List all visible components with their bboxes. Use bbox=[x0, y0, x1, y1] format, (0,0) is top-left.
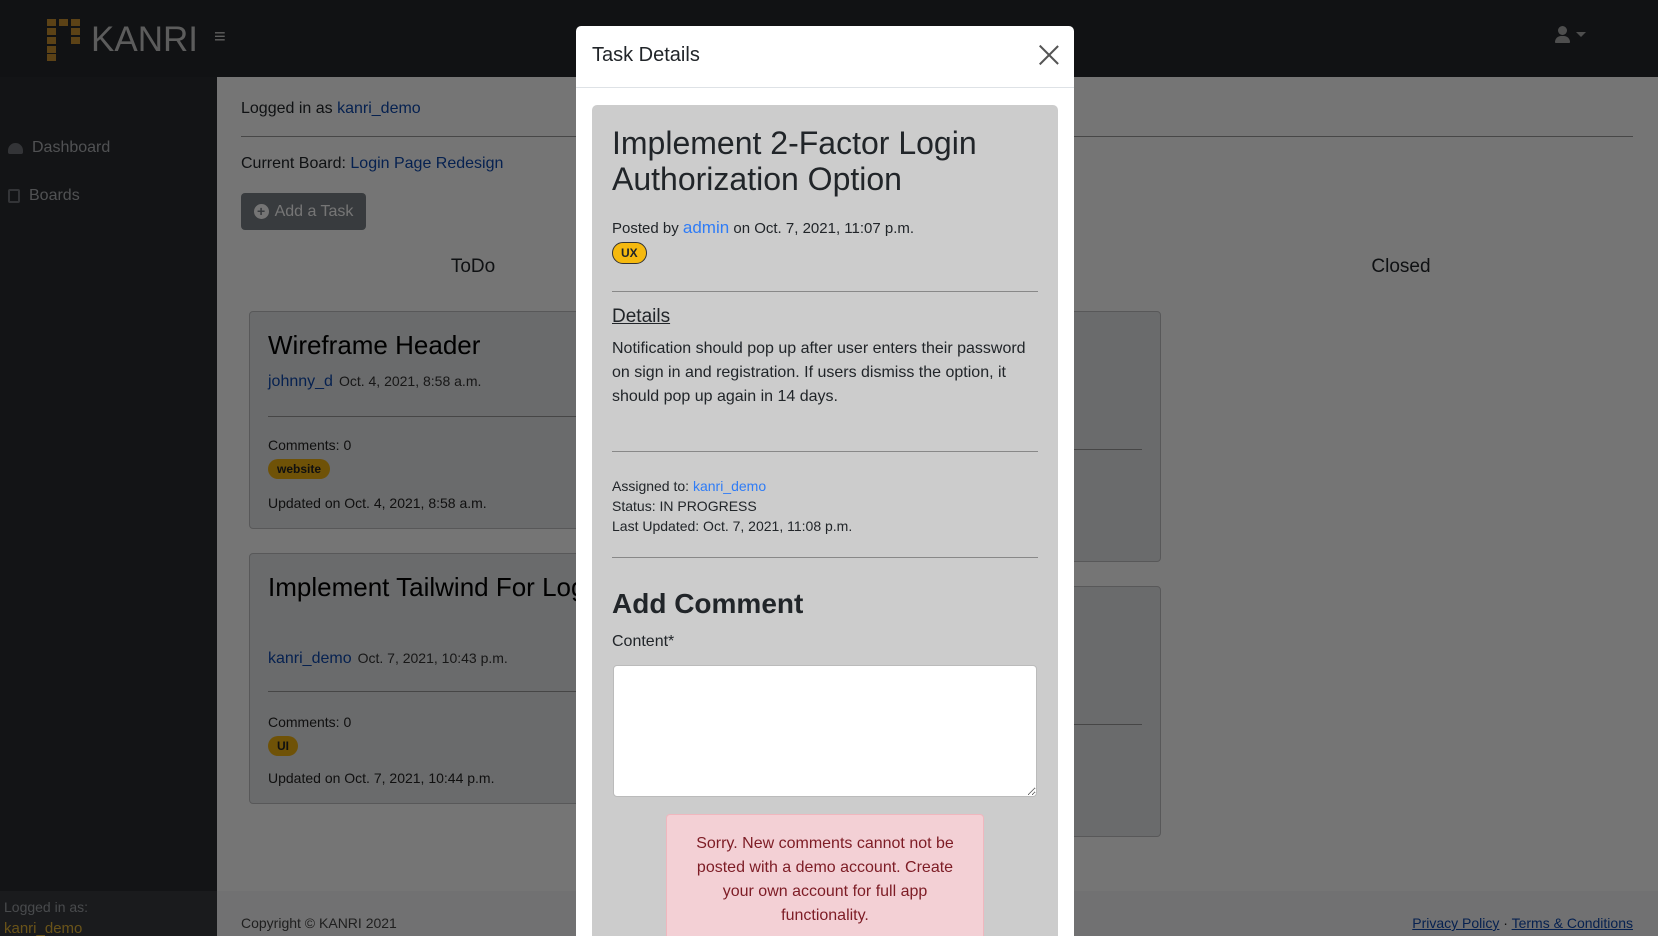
boards-icon bbox=[8, 189, 20, 203]
modal-header: Task Details bbox=[576, 26, 1074, 88]
logged-in-text: Logged in as kanri_demo bbox=[241, 100, 421, 118]
status-text: Status: IN PROGRESS bbox=[612, 498, 757, 514]
user-icon bbox=[1555, 26, 1570, 43]
divider bbox=[612, 291, 1038, 292]
add-comment-heading: Add Comment bbox=[612, 588, 804, 619]
add-task-label: Add a Task bbox=[274, 202, 354, 220]
content-label: Content* bbox=[612, 633, 675, 650]
posted-by: Posted by admin on Oct. 7, 2021, 11:07 p… bbox=[612, 218, 914, 238]
last-updated-text: Last Updated: Oct. 7, 2021, 11:08 p.m. bbox=[612, 518, 853, 534]
current-board: Current Board: Login Page Redesign bbox=[241, 155, 503, 173]
caret-down-icon bbox=[1576, 32, 1586, 37]
logged-in-label: Logged in as: bbox=[4, 899, 89, 915]
plus-circle-icon: + bbox=[253, 204, 269, 219]
assignee-link[interactable]: kanri_demo bbox=[693, 478, 766, 494]
divider bbox=[612, 557, 1038, 558]
footer-links: Privacy Policy · Terms & Conditions bbox=[1412, 915, 1633, 931]
tag-badge: UX bbox=[612, 242, 647, 264]
task-details-modal: Task Details Implement 2-Factor Login Au… bbox=[576, 26, 1074, 936]
copyright-text: Copyright © KANRI 2021 bbox=[241, 915, 397, 931]
task-title: Implement 2-Factor Login Authorization O… bbox=[612, 125, 977, 197]
add-task-button[interactable]: + Add a Task bbox=[241, 193, 366, 230]
sidebar-item-label: Dashboard bbox=[32, 139, 111, 156]
terms-link[interactable]: Terms & Conditions bbox=[1512, 915, 1633, 931]
task-date: Oct. 4, 2021, 8:58 a.m. bbox=[338, 373, 482, 389]
brand-logo[interactable]: KANRI bbox=[47, 19, 198, 61]
column-title-closed: Closed bbox=[1371, 256, 1431, 277]
sidebar-footer: Logged in as: kanri_demo bbox=[0, 891, 217, 936]
comments-count: Comments: 0 bbox=[268, 714, 352, 730]
board-prefix: Current Board: bbox=[241, 155, 346, 172]
tag-badge: website bbox=[268, 459, 331, 479]
modal-title: Task Details bbox=[592, 44, 700, 66]
comments-count: Comments: 0 bbox=[268, 437, 352, 453]
task-date: Oct. 7, 2021, 10:43 p.m. bbox=[357, 650, 508, 666]
comment-content-input[interactable] bbox=[613, 665, 1037, 797]
task-meta: kanri_demo Oct. 7, 2021, 10:43 p.m. bbox=[268, 650, 508, 668]
separator: · bbox=[1503, 915, 1508, 931]
sidebar-item-label: Boards bbox=[29, 187, 80, 204]
dashboard-icon bbox=[8, 142, 23, 154]
sidebar-item-boards[interactable]: Boards bbox=[8, 187, 80, 205]
board-link[interactable]: Login Page Redesign bbox=[350, 155, 503, 172]
author-link[interactable]: admin bbox=[683, 218, 729, 237]
author-link[interactable]: johnny_d bbox=[268, 373, 333, 390]
close-icon[interactable] bbox=[1038, 44, 1060, 66]
assigned-to: Assigned to: kanri_demo bbox=[612, 478, 766, 494]
task-meta: johnny_d Oct. 4, 2021, 8:58 a.m. bbox=[268, 373, 481, 391]
logged-in-user-link[interactable]: kanri_demo bbox=[337, 100, 421, 117]
updated-text: Updated on Oct. 4, 2021, 8:58 a.m. bbox=[268, 495, 487, 511]
demo-account-alert: Sorry. New comments cannot not be posted… bbox=[666, 814, 984, 936]
posted-date: on Oct. 7, 2021, 11:07 p.m. bbox=[733, 220, 915, 237]
details-text: Notification should pop up after user en… bbox=[612, 340, 1026, 405]
posted-prefix: Posted by bbox=[612, 220, 679, 237]
assigned-prefix: Assigned to: bbox=[612, 478, 690, 494]
details-heading: Details bbox=[612, 306, 671, 327]
user-menu-button[interactable] bbox=[1555, 26, 1586, 43]
updated-text: Updated on Oct. 7, 2021, 10:44 p.m. bbox=[268, 770, 495, 786]
kanri-logo-icon bbox=[47, 19, 81, 61]
author-link[interactable]: kanri_demo bbox=[268, 650, 352, 667]
task-detail-card: Implement 2-Factor Login Authorization O… bbox=[592, 105, 1058, 936]
logged-in-user-link[interactable]: kanri_demo bbox=[4, 920, 213, 936]
divider bbox=[612, 451, 1038, 452]
tag-badge: UI bbox=[268, 736, 298, 756]
logged-in-prefix: Logged in as bbox=[241, 100, 333, 117]
sidebar: Dashboard Boards Logged in as: kanri_dem… bbox=[0, 77, 217, 936]
privacy-policy-link[interactable]: Privacy Policy bbox=[1412, 915, 1499, 931]
sidebar-item-dashboard[interactable]: Dashboard bbox=[8, 139, 110, 157]
brand-name: KANRI bbox=[91, 20, 198, 59]
hamburger-icon[interactable]: ≡ bbox=[214, 26, 226, 49]
